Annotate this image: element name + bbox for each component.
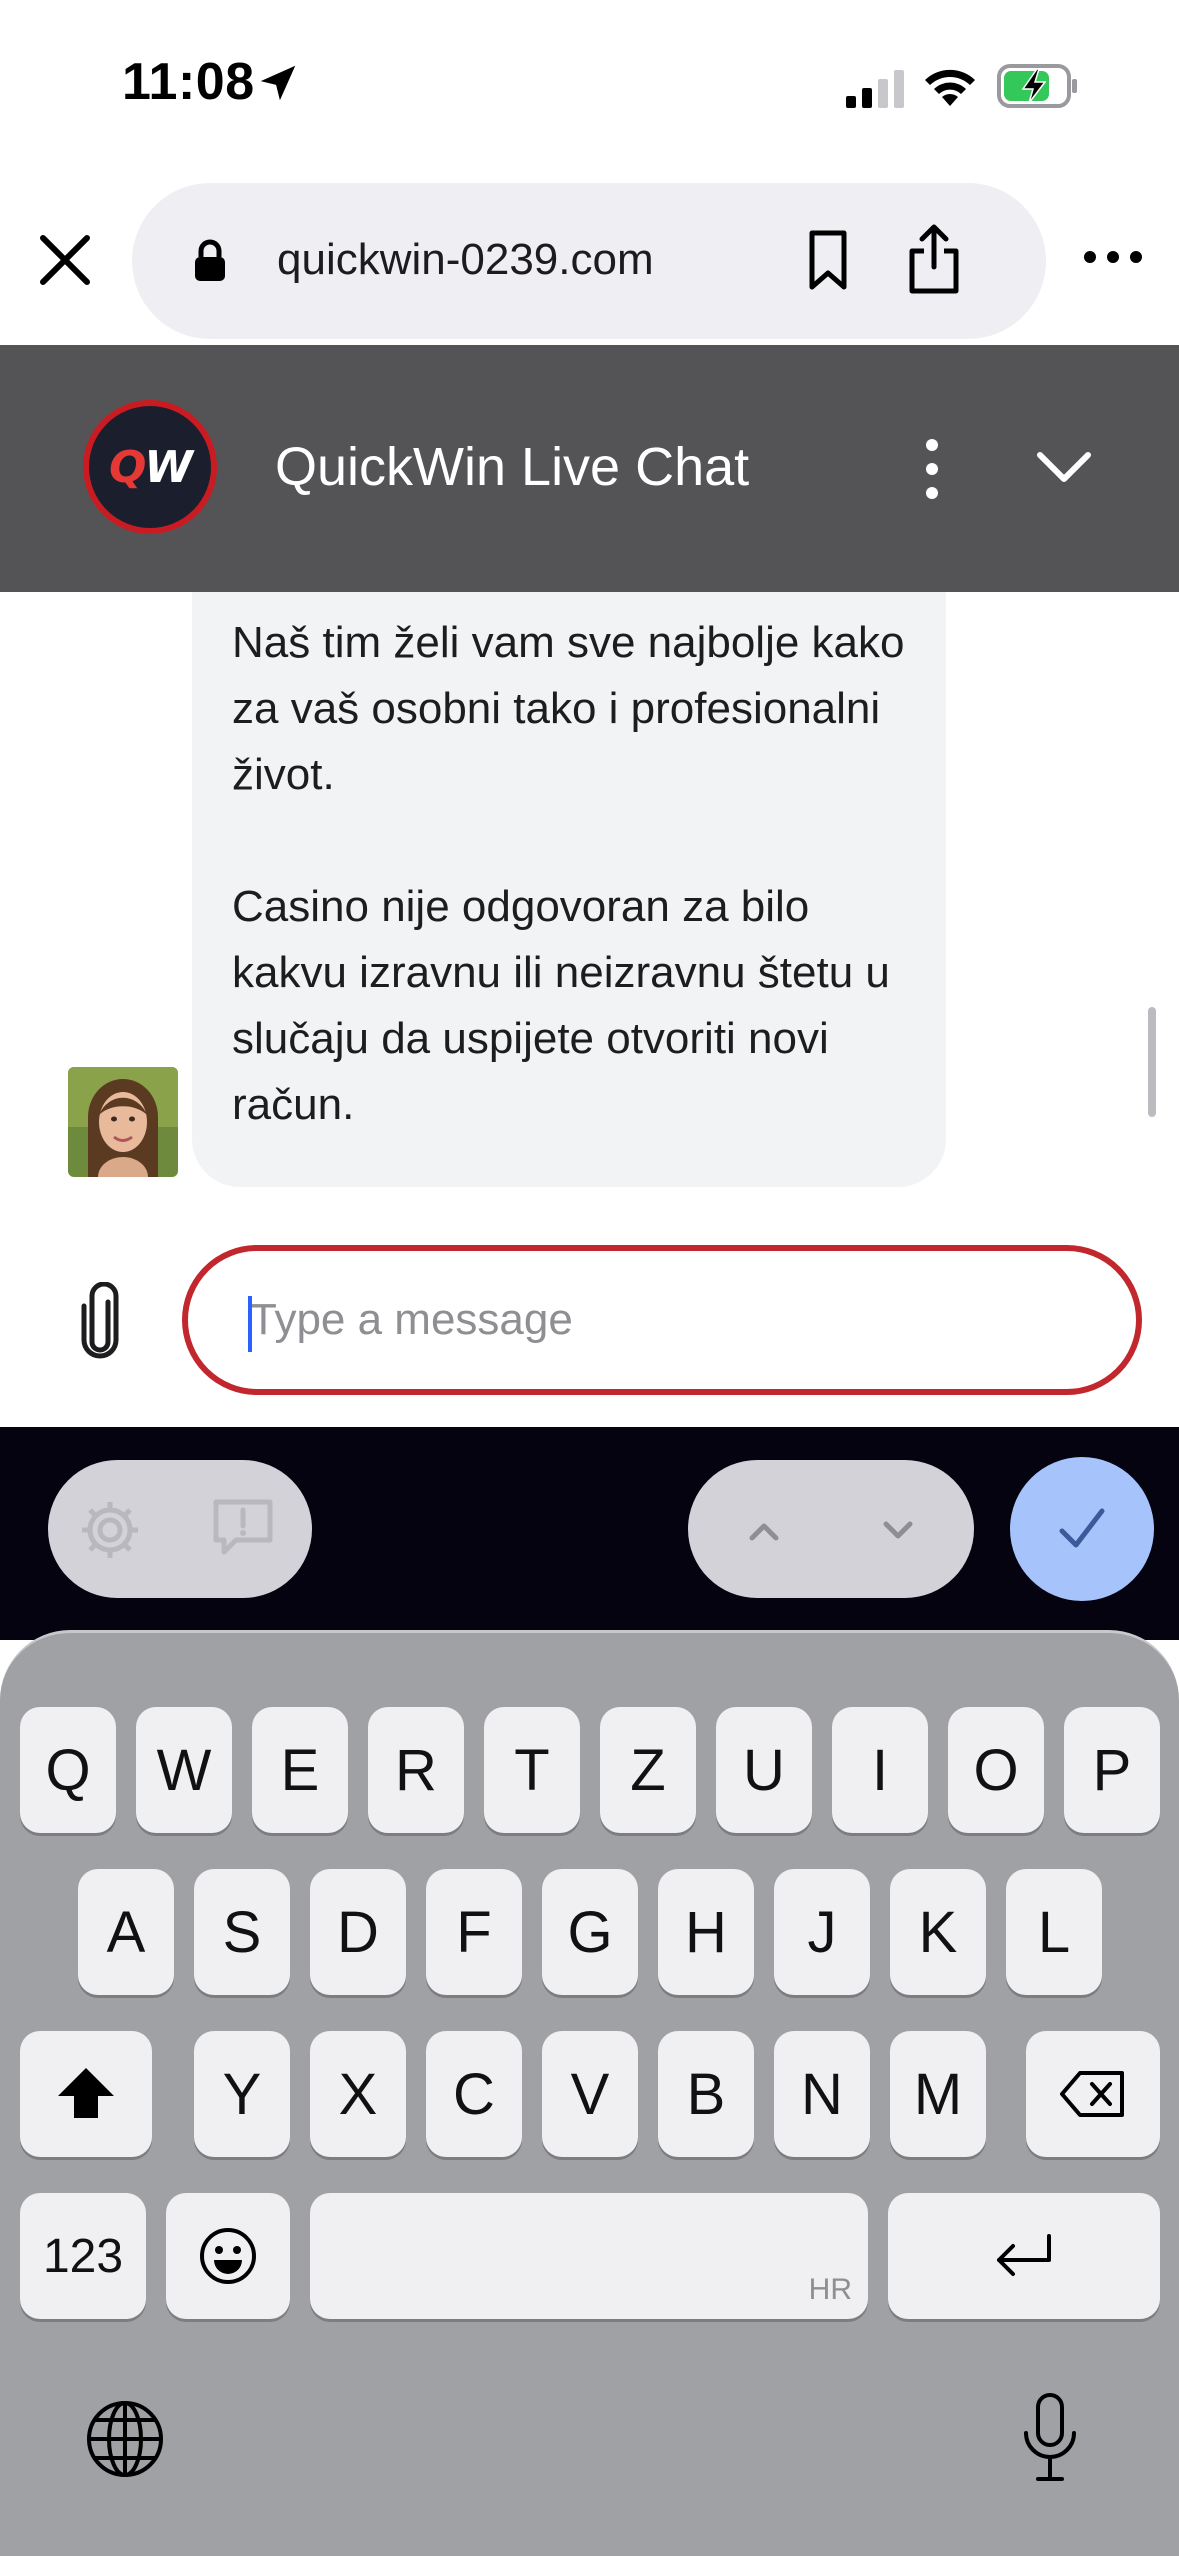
close-icon[interactable] xyxy=(30,225,100,295)
key-m[interactable]: M xyxy=(890,2031,986,2157)
quickwin-logo: QW xyxy=(83,400,217,534)
key-j[interactable]: J xyxy=(774,1869,870,1995)
agent-avatar xyxy=(68,1067,178,1177)
key-n[interactable]: N xyxy=(774,2031,870,2157)
logo-text: QW xyxy=(109,441,193,493)
space-key[interactable]: HR xyxy=(310,2193,868,2319)
key-c[interactable]: C xyxy=(426,2031,522,2157)
backspace-key[interactable] xyxy=(1026,2031,1160,2157)
more-vertical-icon[interactable] xyxy=(912,433,952,505)
shift-key[interactable] xyxy=(20,2031,152,2157)
done-button[interactable] xyxy=(1010,1457,1154,1601)
key-u[interactable]: U xyxy=(716,1707,812,1833)
key-i[interactable]: I xyxy=(832,1707,928,1833)
more-icon[interactable] xyxy=(1082,237,1144,277)
return-icon xyxy=(997,2234,1051,2276)
chevron-down-icon[interactable] xyxy=(1032,435,1096,499)
language-hint: HR xyxy=(808,2273,852,2306)
key-l[interactable]: L xyxy=(1006,1869,1102,1995)
key-e[interactable]: E xyxy=(252,1707,348,1833)
message-composer xyxy=(0,1227,1179,1427)
status-time: 11:08 xyxy=(122,53,255,111)
battery-charging-icon xyxy=(997,64,1077,108)
key-v[interactable]: V xyxy=(542,2031,638,2157)
key-b[interactable]: B xyxy=(658,2031,754,2157)
address-bar[interactable]: quickwin-0239.com xyxy=(132,183,1046,339)
chat-title: QuickWin Live Chat xyxy=(275,437,750,497)
checkmark-icon xyxy=(1059,1508,1105,1548)
paperclip-icon[interactable] xyxy=(76,1282,124,1362)
globe-icon[interactable] xyxy=(84,2398,166,2480)
message-paragraph: Casino nije odgovoran za bilo kakvu izra… xyxy=(232,882,890,1129)
emoji-key[interactable] xyxy=(166,2193,290,2319)
field-navigation-group xyxy=(688,1460,974,1598)
shift-arrow-icon xyxy=(58,2068,114,2118)
cellular-signal-icon xyxy=(846,70,904,108)
key-h[interactable]: H xyxy=(658,1869,754,1995)
chevron-up-icon[interactable] xyxy=(734,1500,794,1560)
key-y[interactable]: Y xyxy=(194,2031,290,2157)
keyboard: Q W E R T Z U I O P A S D F G H J K L Y … xyxy=(0,1630,1179,2556)
key-o[interactable]: O xyxy=(948,1707,1044,1833)
bookmark-icon[interactable] xyxy=(804,229,852,293)
key-f[interactable]: F xyxy=(426,1869,522,1995)
key-g[interactable]: G xyxy=(542,1869,638,1995)
numbers-key[interactable]: 123 xyxy=(20,2193,146,2319)
microphone-icon[interactable] xyxy=(1020,2391,1080,2487)
message-paragraph: Naš tim želi vam sve najbolje kako za va… xyxy=(232,618,905,799)
return-key[interactable] xyxy=(888,2193,1160,2319)
key-r[interactable]: R xyxy=(368,1707,464,1833)
url-text[interactable]: quickwin-0239.com xyxy=(277,235,654,285)
chevron-down-icon[interactable] xyxy=(868,1500,928,1560)
key-x[interactable]: X xyxy=(310,2031,406,2157)
message-input[interactable] xyxy=(182,1245,1142,1395)
key-t[interactable]: T xyxy=(484,1707,580,1833)
feedback-icon[interactable] xyxy=(210,1496,276,1558)
chat-scrollbar[interactable] xyxy=(1148,1007,1156,1117)
emoji-icon xyxy=(200,2228,256,2284)
share-icon[interactable] xyxy=(906,223,962,295)
key-z[interactable]: Z xyxy=(600,1707,696,1833)
key-q[interactable]: Q xyxy=(20,1707,116,1833)
keyboard-accessory-bar xyxy=(0,1427,1179,1640)
agent-message-bubble: Naš tim želi vam sve najbolje kako za va… xyxy=(192,592,946,1187)
key-d[interactable]: D xyxy=(310,1869,406,1995)
gear-icon[interactable] xyxy=(78,1498,142,1562)
chat-header: QW QuickWin Live Chat xyxy=(0,345,1179,592)
lock-icon xyxy=(195,239,225,281)
location-arrow-icon xyxy=(260,65,296,101)
key-p[interactable]: P xyxy=(1064,1707,1160,1833)
key-s[interactable]: S xyxy=(194,1869,290,1995)
browser-toolbar: quickwin-0239.com xyxy=(0,175,1179,345)
wifi-icon xyxy=(925,69,975,106)
status-bar: 11:08 xyxy=(0,0,1179,175)
text-caret xyxy=(248,1296,252,1352)
chat-messages[interactable]: Naš tim želi vam sve najbolje kako za va… xyxy=(0,592,1179,1227)
backspace-icon xyxy=(1060,2071,1124,2117)
key-a[interactable]: A xyxy=(78,1869,174,1995)
key-w[interactable]: W xyxy=(136,1707,232,1833)
accessory-tools-group xyxy=(48,1460,312,1598)
key-k[interactable]: K xyxy=(890,1869,986,1995)
